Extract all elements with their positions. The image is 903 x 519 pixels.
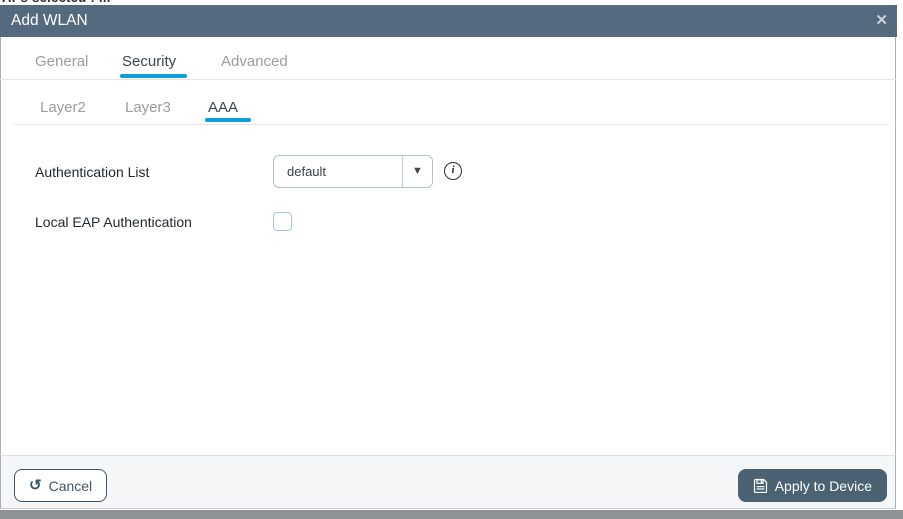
cancel-button[interactable]: ↺ Cancel [14, 469, 107, 502]
cancel-button-label: Cancel [49, 478, 93, 494]
save-icon [753, 478, 768, 493]
authentication-list-value: default [287, 156, 326, 187]
dropdown-arrow-zone[interactable]: ▼ [402, 156, 432, 187]
undo-icon: ↺ [29, 478, 42, 493]
local-eap-checkbox[interactable] [273, 212, 292, 231]
subtab-aaa[interactable]: AAA [208, 99, 238, 116]
page: APs selected : ... Add WLAN ✕ General Se… [0, 0, 903, 519]
apply-button-label: Apply to Device [775, 478, 872, 494]
tab-security[interactable]: Security [122, 53, 176, 70]
subtabs-divider [14, 124, 889, 125]
tabs-divider [0, 79, 896, 80]
chevron-down-icon: ▼ [412, 165, 423, 177]
close-icon[interactable]: ✕ [875, 5, 888, 37]
info-icon[interactable]: i [444, 162, 462, 180]
modal-footer: ↺ Cancel Apply to Device [0, 455, 896, 509]
authentication-list-label: Authentication List [35, 164, 149, 180]
active-subtab-underline [205, 118, 251, 122]
tab-general[interactable]: General [35, 53, 88, 70]
authentication-list-select[interactable]: default ▼ [273, 155, 433, 188]
local-eap-label: Local EAP Authentication [35, 214, 192, 230]
apply-to-device-button[interactable]: Apply to Device [738, 469, 887, 502]
background-page-strip [0, 510, 903, 519]
subtab-layer2[interactable]: Layer2 [40, 99, 86, 116]
tab-advanced[interactable]: Advanced [221, 53, 288, 70]
active-tab-underline [120, 74, 187, 78]
subtab-layer3[interactable]: Layer3 [125, 99, 171, 116]
modal-title: Add WLAN [11, 5, 88, 37]
modal-header: Add WLAN ✕ [0, 5, 897, 37]
